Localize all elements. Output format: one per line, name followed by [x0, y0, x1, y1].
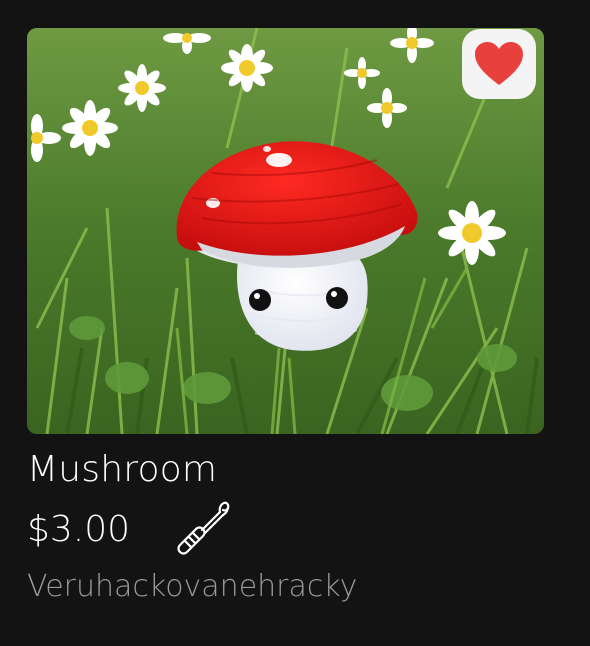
seller-name[interactable]: Veruhackovanehracky	[27, 565, 357, 609]
crochet-hook-icon	[177, 501, 230, 555]
favorite-button[interactable]	[462, 29, 536, 99]
product-title[interactable]: Mushroom	[27, 446, 217, 494]
product-card[interactable]: Mushroom $3.00 Veruhackovanehracky	[0, 0, 590, 646]
product-price: $3.00	[27, 509, 131, 550]
heart-icon	[475, 42, 523, 85]
